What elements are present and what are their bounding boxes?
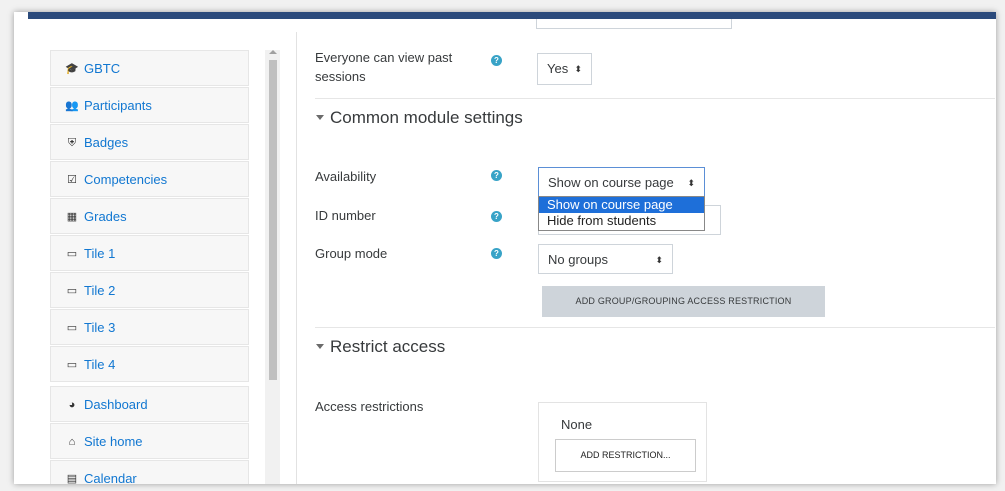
sidebar-item-label: Tile 2 xyxy=(84,283,116,298)
calendar-icon: ▤ xyxy=(66,473,78,484)
sidebar-item-label: Calendar xyxy=(84,471,137,485)
restrictions-box: None ADD RESTRICTION... xyxy=(538,402,707,482)
past-sessions-select[interactable]: Yes ⬍ xyxy=(537,53,592,85)
course-sidebar: 🎓 GBTC 👥 Participants ⛨ Badges ☑ Compete… xyxy=(50,50,250,484)
users-icon: 👥 xyxy=(65,100,79,112)
sidebar-item-label: Tile 3 xyxy=(84,320,116,335)
sidebar-item-label: Badges xyxy=(84,135,129,150)
graduation-cap-icon: 🎓 xyxy=(65,63,79,75)
collapse-triangle-icon xyxy=(316,115,324,120)
folder-icon: ▭ xyxy=(66,285,78,297)
sidebar-item-label: Tile 1 xyxy=(84,246,116,261)
sidebar-item-dashboard[interactable]: ◕ Dashboard xyxy=(50,386,249,422)
restrict-access-header[interactable]: Restrict access xyxy=(316,337,445,357)
scroll-up-arrow-icon[interactable] xyxy=(269,50,277,54)
restrictions-none-text: None xyxy=(561,417,593,432)
sidebar-item-tile-3[interactable]: ▭ Tile 3 xyxy=(50,309,249,345)
help-icon[interactable]: ? xyxy=(491,170,502,181)
select-value: Show on course page xyxy=(548,175,674,190)
folder-icon: ▭ xyxy=(66,248,78,260)
content-divider xyxy=(296,32,297,484)
browser-frame: 🎓 GBTC 👥 Participants ⛨ Badges ☑ Compete… xyxy=(14,12,996,484)
availability-select[interactable]: Show on course page ⬍ xyxy=(538,167,705,197)
shield-icon: ⛨ xyxy=(67,137,77,149)
group-mode-label: Group mode xyxy=(315,246,388,261)
group-mode-select[interactable]: No groups ⬍ xyxy=(538,244,673,274)
sidebar-item-site-home[interactable]: ⌂ Site home xyxy=(50,423,249,459)
sidebar-item-label: Tile 4 xyxy=(84,357,116,372)
help-icon[interactable]: ? xyxy=(491,55,502,66)
sidebar-item-tile-4[interactable]: ▭ Tile 4 xyxy=(50,346,249,382)
top-navbar xyxy=(28,12,996,19)
dropdown-option-hide-from-students[interactable]: Hide from students xyxy=(539,213,704,229)
section-divider xyxy=(315,98,995,99)
help-icon[interactable]: ? xyxy=(491,211,502,222)
sidebar-scrollbar[interactable] xyxy=(265,50,280,484)
availability-label: Availability xyxy=(315,169,377,184)
past-sessions-label: Everyone can view past sessions xyxy=(315,50,453,84)
sidebar-item-calendar[interactable]: ▤ Calendar xyxy=(50,460,249,484)
sidebar-item-label: Participants xyxy=(84,98,152,113)
sidebar-item-participants[interactable]: 👥 Participants xyxy=(50,87,249,123)
dropdown-option-show-on-course-page[interactable]: Show on course page xyxy=(539,197,704,213)
sidebar-item-grades[interactable]: ▦ Grades xyxy=(50,198,249,234)
access-restrictions-label: Access restrictions xyxy=(315,399,424,414)
sidebar-item-badges[interactable]: ⛨ Badges xyxy=(50,124,249,160)
help-icon[interactable]: ? xyxy=(491,248,502,259)
collapse-triangle-icon xyxy=(316,344,324,349)
select-value: Yes xyxy=(547,61,569,76)
id-number-label: ID number xyxy=(315,208,376,223)
add-restriction-button[interactable]: ADD RESTRICTION... xyxy=(555,439,696,472)
check-square-icon: ☑ xyxy=(67,174,77,186)
sidebar-item-gbtc[interactable]: 🎓 GBTC xyxy=(50,50,249,86)
scrollbar-thumb[interactable] xyxy=(269,60,277,380)
select-arrow-icon: ⬍ xyxy=(574,64,582,74)
select-arrow-icon: ⬍ xyxy=(687,178,695,188)
home-icon: ⌂ xyxy=(68,436,76,448)
sidebar-item-competencies[interactable]: ☑ Competencies xyxy=(50,161,249,197)
sidebar-item-label: Grades xyxy=(84,209,127,224)
table-icon: ▦ xyxy=(66,211,78,223)
availability-dropdown-list: Show on course page Hide from students xyxy=(538,196,705,231)
sidebar-item-tile-2[interactable]: ▭ Tile 2 xyxy=(50,272,249,308)
sidebar-item-label: Site home xyxy=(84,434,143,449)
select-value: No groups xyxy=(548,252,608,267)
folder-icon: ▭ xyxy=(66,322,78,334)
folder-icon: ▭ xyxy=(66,359,78,371)
previous-field-input[interactable] xyxy=(536,19,732,29)
select-arrow-icon: ⬍ xyxy=(655,255,663,265)
section-divider xyxy=(315,327,995,328)
sidebar-item-label: Competencies xyxy=(84,172,168,187)
sidebar-item-label: GBTC xyxy=(84,61,121,76)
sidebar-item-tile-1[interactable]: ▭ Tile 1 xyxy=(50,235,249,271)
sidebar-item-label: Dashboard xyxy=(84,397,148,412)
common-module-settings-header[interactable]: Common module settings xyxy=(316,108,523,128)
dashboard-icon: ◕ xyxy=(68,399,76,411)
add-group-restriction-button[interactable]: ADD GROUP/GROUPING ACCESS RESTRICTION xyxy=(542,286,825,317)
